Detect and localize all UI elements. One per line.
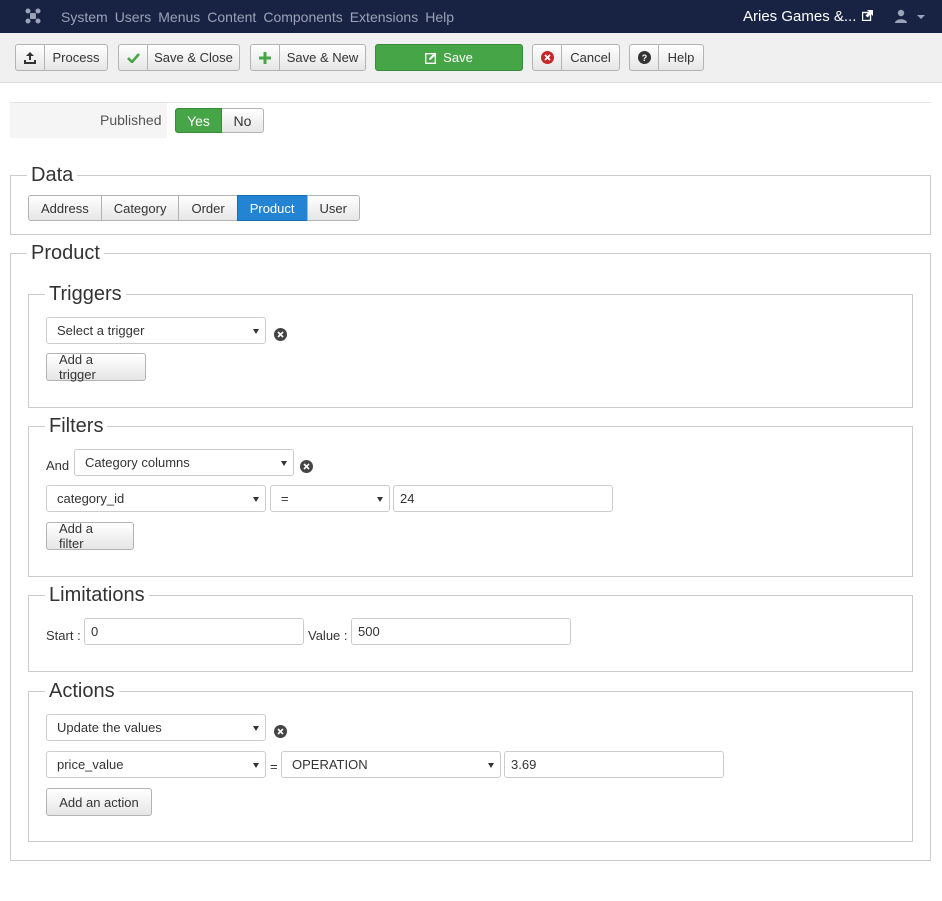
action-column-select[interactable]: price_value (46, 751, 266, 778)
data-type-tabs: Address Category Order Product User (28, 195, 360, 221)
menu-content[interactable]: Content (207, 9, 256, 25)
start-label: Start : (46, 628, 81, 643)
published-toggle: Yes No (175, 108, 264, 133)
add-action-button[interactable]: Add an action (46, 788, 152, 816)
trigger-select[interactable]: Select a trigger (46, 317, 266, 344)
save-button[interactable]: Save (375, 44, 523, 71)
help-button[interactable]: ? Help (629, 44, 704, 71)
tab-order[interactable]: Order (178, 195, 238, 221)
upload-icon (16, 45, 45, 70)
menu-extensions[interactable]: Extensions (350, 9, 418, 25)
menu-help[interactable]: Help (425, 9, 454, 25)
chevron-down-icon[interactable] (917, 15, 925, 19)
remove-action-icon[interactable] (274, 725, 287, 738)
value-label: Value : (308, 628, 348, 643)
menu-menus[interactable]: Menus (158, 9, 200, 25)
cancel-icon (533, 45, 562, 70)
save-label: Save (443, 50, 473, 65)
check-icon (119, 45, 148, 70)
filter-conjunction-label: And (46, 458, 70, 473)
limitations-legend: Limitations (45, 583, 149, 607)
add-trigger-button[interactable]: Add a trigger (46, 352, 146, 382)
filters-legend: Filters (45, 414, 108, 438)
action-type-select[interactable]: Update the values (46, 714, 266, 741)
add-filter-button[interactable]: Add a filter (46, 521, 134, 551)
save-new-button[interactable]: Save & New (250, 44, 366, 71)
product-legend: Product (27, 241, 104, 265)
menu-users[interactable]: Users (115, 9, 152, 25)
tab-user[interactable]: User (306, 195, 360, 221)
top-navbar: System Users Menus Content Components Ex… (0, 0, 942, 33)
filter-type-select[interactable]: Category columns (74, 449, 294, 476)
action-operation-select[interactable]: OPERATION (281, 751, 501, 778)
menu-system[interactable]: System (61, 9, 108, 25)
toolbar: Process Save & Close Save & New Save Can… (0, 33, 942, 83)
published-label: Published (100, 112, 162, 128)
tab-category[interactable]: Category (100, 195, 180, 221)
triggers-legend: Triggers (45, 282, 126, 306)
action-value-input[interactable]: 3.69 (504, 751, 724, 778)
published-no-button[interactable]: No (222, 108, 264, 133)
remove-filter-icon[interactable] (300, 460, 313, 473)
remove-trigger-icon[interactable] (274, 328, 287, 341)
equals-label: = (270, 759, 278, 774)
tab-address[interactable]: Address (28, 195, 102, 221)
start-input[interactable]: 0 (84, 618, 304, 645)
divider (167, 102, 931, 103)
published-yes-button[interactable]: Yes (175, 108, 222, 133)
value-input[interactable]: 500 (351, 618, 571, 645)
site-name-link[interactable]: Aries Games &... (743, 8, 856, 25)
menu-components[interactable]: Components (263, 9, 342, 25)
data-legend: Data (27, 163, 78, 187)
filter-column-select[interactable]: category_id (46, 485, 266, 512)
save-close-button[interactable]: Save & Close (118, 44, 240, 71)
plus-icon (251, 45, 280, 70)
process-button[interactable]: Process (15, 44, 108, 71)
joomla-logo-icon[interactable] (24, 7, 42, 25)
triggers-fieldset (28, 294, 913, 408)
cancel-button[interactable]: Cancel (532, 44, 620, 71)
edit-icon (425, 52, 437, 64)
actions-legend: Actions (45, 679, 119, 703)
external-link-icon (862, 10, 873, 21)
filter-value-input[interactable]: 24 (393, 485, 613, 512)
tab-product[interactable]: Product (236, 195, 308, 221)
svg-text:?: ? (641, 53, 647, 63)
main-menu: System Users Menus Content Components Ex… (61, 9, 461, 25)
filter-operator-select[interactable]: = (270, 485, 390, 512)
help-icon: ? (630, 45, 659, 70)
user-icon[interactable] (894, 9, 908, 23)
